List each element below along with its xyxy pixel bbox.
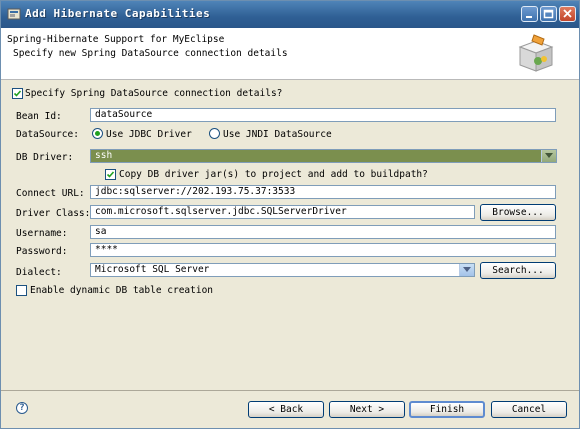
copy-driver-jar-checkbox[interactable] [105,169,116,180]
copy-driver-jar-label: Copy DB driver jar(s) to project and add… [119,169,428,180]
specify-datasource-label: Specify Spring DataSource connection det… [25,88,283,99]
app-icon [7,8,21,20]
use-jdbc-radio[interactable] [92,128,103,139]
browse-button[interactable]: Browse... [480,204,556,221]
db-driver-value: ssh [95,150,113,161]
dropdown-arrow-icon[interactable] [459,264,474,276]
header-description: Specify new Spring DataSource connection… [13,48,288,59]
back-button[interactable]: < Back [248,401,324,418]
connect-url-label: Connect URL: [16,188,85,199]
help-icon[interactable]: ? [16,402,28,414]
password-input[interactable]: **** [90,243,556,257]
driver-class-input[interactable]: com.microsoft.sqlserver.jdbc.SQLServerDr… [90,205,475,219]
bean-id-input[interactable]: dataSource [90,108,556,122]
specify-datasource-checkbox[interactable] [12,88,23,99]
dialog-window: Add Hibernate Capabilities Spring-Hibern… [0,0,580,429]
header-title: Spring-Hibernate Support for MyEclipse [7,34,225,45]
username-input[interactable]: sa [90,225,556,239]
window-title: Add Hibernate Capabilities [25,7,211,20]
use-jndi-label: Use JNDI DataSource [223,129,332,140]
maximize-icon [543,9,554,19]
wizard-header: Spring-Hibernate Support for MyEclipse S… [1,28,579,80]
dropdown-arrow-icon[interactable] [541,150,556,162]
use-jndi-radio[interactable] [209,128,220,139]
close-button[interactable] [559,6,576,22]
dialect-value: Microsoft SQL Server [95,264,210,275]
password-label: Password: [16,246,68,257]
dialect-label: Dialect: [16,267,62,278]
next-button[interactable]: Next > [329,401,405,418]
dynamic-table-checkbox[interactable] [16,285,27,296]
driver-class-label: Driver Class: [16,208,91,219]
db-driver-label: DB Driver: [16,152,74,163]
search-button[interactable]: Search... [480,262,556,279]
connect-url-input[interactable]: jdbc:sqlserver://202.193.75.37:3533 [90,185,556,199]
datasource-label: DataSource: [16,129,79,140]
minimize-button[interactable] [521,6,538,22]
finish-button[interactable]: Finish [409,401,485,418]
dynamic-table-label: Enable dynamic DB table creation [30,285,214,296]
dialect-select[interactable]: Microsoft SQL Server [90,263,475,277]
wizard-banner-icon [518,34,554,72]
db-driver-select[interactable]: ssh [90,149,557,163]
bean-id-label: Bean Id: [16,111,62,122]
footer-divider [1,390,579,391]
close-icon [563,9,572,18]
use-jdbc-label: Use JDBC Driver [106,129,192,140]
username-label: Username: [16,228,68,239]
minimize-icon [526,16,532,18]
maximize-button[interactable] [540,6,557,22]
checkmark-icon [13,90,22,97]
title-bar[interactable]: Add Hibernate Capabilities [1,1,579,28]
checkmark-icon [106,171,115,178]
cancel-button[interactable]: Cancel [491,401,567,418]
